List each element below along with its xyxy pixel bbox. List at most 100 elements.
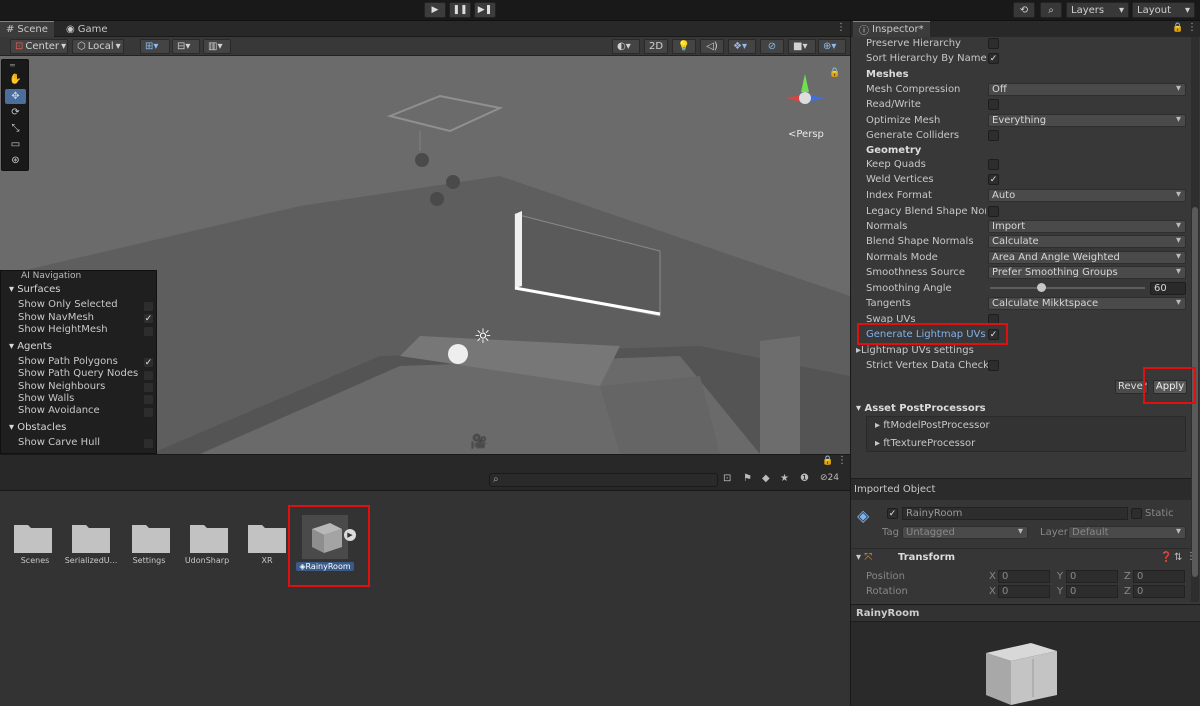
inspector-scrollbar[interactable] bbox=[1191, 37, 1199, 602]
sun-icon[interactable]: ☼ bbox=[474, 324, 492, 348]
position-x-field[interactable]: 0 bbox=[998, 570, 1050, 583]
smoothness-source-dropdown[interactable]: Prefer Smoothing Groups bbox=[988, 266, 1186, 279]
preview-header[interactable]: RainyRoom bbox=[851, 605, 1200, 622]
smoothing-angle-input[interactable]: 60 bbox=[1150, 282, 1186, 295]
settings-icon[interactable]: ⇅ bbox=[1174, 552, 1182, 563]
grid-snap-button[interactable]: ⊞▾ bbox=[140, 39, 170, 54]
active-checkbox[interactable]: ✓ bbox=[887, 508, 898, 519]
preserve-hierarchy-checkbox[interactable] bbox=[988, 38, 999, 49]
asset-item[interactable]: XR bbox=[232, 521, 302, 565]
grid-toggle-button[interactable]: ⊟▾ bbox=[172, 39, 200, 54]
section-obstacles[interactable]: ▾ Obstacles bbox=[9, 422, 66, 433]
help-icon[interactable]: ❓ bbox=[1160, 552, 1172, 563]
post-processors-header[interactable]: ▾ Asset PostProcessors bbox=[856, 403, 986, 414]
swap-uvs-checkbox[interactable] bbox=[988, 314, 999, 325]
sort-hierarchy-checkbox[interactable]: ✓ bbox=[988, 53, 999, 64]
asset-item-selected[interactable]: ▶ ◈RainyRoom bbox=[296, 515, 356, 571]
rect-tool-icon[interactable]: ▭ bbox=[5, 137, 26, 152]
info-icon[interactable]: ❶ bbox=[800, 473, 809, 484]
history-icon[interactable]: ⟲ bbox=[1013, 2, 1035, 18]
normals-dropdown[interactable]: Import bbox=[988, 220, 1186, 233]
orientation-gizmo[interactable] bbox=[780, 70, 830, 120]
smoothing-angle-slider[interactable] bbox=[990, 283, 1145, 292]
gizmos-icon[interactable]: ⊕▾ bbox=[818, 39, 846, 54]
probe-icon[interactable] bbox=[448, 344, 468, 364]
checkbox[interactable] bbox=[143, 407, 154, 418]
revert-button[interactable]: Revert bbox=[1115, 380, 1148, 394]
search-icon[interactable]: ⌕ bbox=[1040, 2, 1062, 18]
blend-normals-dropdown[interactable]: Calculate bbox=[988, 235, 1186, 248]
hidden-packages-toggle[interactable]: ⊘24 bbox=[820, 473, 839, 483]
perspective-label[interactable]: <Persp bbox=[788, 129, 824, 140]
more-icon[interactable]: ⋮ bbox=[1186, 551, 1196, 562]
checkbox[interactable] bbox=[143, 301, 154, 312]
more-icon[interactable]: ⋮ bbox=[837, 455, 847, 466]
space-dropdown[interactable]: ⬡ Local ▾ bbox=[72, 39, 124, 54]
checkbox[interactable] bbox=[143, 326, 154, 337]
object-name-field[interactable]: RainyRoom bbox=[902, 507, 1128, 520]
lock-icon[interactable]: 🔒 bbox=[822, 456, 833, 466]
layer-dropdown[interactable]: Default bbox=[1068, 526, 1186, 539]
generate-colliders-checkbox[interactable] bbox=[988, 130, 999, 141]
tab-game[interactable]: ◉ Game bbox=[60, 21, 114, 37]
2d-toggle[interactable]: 2D bbox=[644, 39, 668, 54]
strict-vertex-checkbox[interactable] bbox=[988, 360, 999, 371]
camera-gizmo-icon[interactable]: 🎥 bbox=[470, 434, 487, 450]
lock-icon[interactable]: 🔒 bbox=[829, 68, 840, 78]
checkbox[interactable]: ✓ bbox=[143, 357, 154, 368]
star-icon[interactable]: ★ bbox=[780, 473, 789, 484]
normals-mode-dropdown[interactable]: Area And Angle Weighted bbox=[988, 251, 1186, 264]
snap-increment-button[interactable]: ▥▾ bbox=[203, 39, 231, 54]
rotation-y-field[interactable]: 0 bbox=[1066, 585, 1118, 598]
filter-type-icon[interactable]: ⊡ bbox=[723, 473, 731, 484]
visibility-icon[interactable]: ⊘ bbox=[760, 39, 784, 54]
rotation-x-field[interactable]: 0 bbox=[998, 585, 1050, 598]
section-surfaces[interactable]: ▾ Surfaces bbox=[9, 284, 61, 295]
optimize-mesh-dropdown[interactable]: Everything bbox=[988, 114, 1186, 127]
pause-button[interactable]: ❚❚ bbox=[449, 2, 471, 18]
tab-scene[interactable]: # Scene bbox=[0, 21, 54, 37]
expand-play-icon[interactable]: ▶ bbox=[344, 529, 356, 541]
list-item[interactable]: ▸ ftTextureProcessor bbox=[875, 438, 975, 449]
keep-quads-checkbox[interactable] bbox=[988, 159, 999, 170]
position-y-field[interactable]: 0 bbox=[1066, 570, 1118, 583]
rotate-tool-icon[interactable]: ⟳ bbox=[5, 105, 26, 120]
lock-icon[interactable]: 🔒 bbox=[1172, 23, 1183, 33]
transform-tool-icon[interactable]: ⊛ bbox=[5, 153, 26, 168]
read-write-checkbox[interactable] bbox=[988, 99, 999, 110]
checkbox[interactable] bbox=[143, 394, 154, 405]
tag-dropdown[interactable]: Untagged bbox=[902, 526, 1028, 539]
pivot-dropdown[interactable]: ⊡ Center ▾ bbox=[10, 39, 68, 54]
draw-mode-button[interactable]: ◐▾ bbox=[612, 39, 640, 54]
layers-dropdown[interactable]: Layers ▾ bbox=[1066, 2, 1129, 18]
effects-icon[interactable]: ❖▾ bbox=[728, 39, 756, 54]
tag-icon[interactable]: ◆ bbox=[762, 473, 770, 484]
camera-icon[interactable]: ■▾ bbox=[788, 39, 816, 54]
scrollbar-thumb[interactable] bbox=[1192, 207, 1198, 577]
filter-label-icon[interactable]: ⚑ bbox=[743, 473, 752, 484]
play-button[interactable]: ▶ bbox=[424, 2, 446, 18]
section-agents[interactable]: ▾ Agents bbox=[9, 341, 52, 352]
more-icon[interactable]: ⋮ bbox=[1187, 22, 1197, 33]
mesh-compression-dropdown[interactable]: Off bbox=[988, 83, 1186, 96]
position-z-field[interactable]: 0 bbox=[1133, 570, 1185, 583]
lighting-icon[interactable]: 💡 bbox=[672, 39, 696, 54]
apply-button[interactable]: Apply bbox=[1153, 380, 1187, 394]
hand-tool-icon[interactable]: ✋ bbox=[5, 72, 26, 87]
scale-tool-icon[interactable]: ⤡ bbox=[5, 121, 26, 136]
generate-lightmap-uvs-checkbox[interactable]: ✓ bbox=[988, 329, 999, 340]
checkbox[interactable]: ✓ bbox=[143, 313, 154, 324]
weld-vertices-checkbox[interactable]: ✓ bbox=[988, 174, 999, 185]
move-tool-icon[interactable]: ✥ bbox=[5, 89, 26, 104]
lightmap-settings-foldout[interactable]: ▸Lightmap UVs settings bbox=[856, 345, 974, 356]
layout-dropdown[interactable]: Layout ▾ bbox=[1132, 2, 1195, 18]
legacy-blend-checkbox[interactable] bbox=[988, 206, 999, 217]
transform-foldout[interactable]: ▾ ⤧ bbox=[856, 552, 872, 563]
tab-inspector[interactable]: ⓘ Inspector* bbox=[853, 21, 930, 37]
checkbox[interactable] bbox=[143, 438, 154, 449]
grip-icon[interactable]: ═ bbox=[10, 61, 15, 70]
checkbox[interactable] bbox=[143, 370, 154, 381]
search-input[interactable]: ⌕ bbox=[489, 473, 718, 487]
index-format-dropdown[interactable]: Auto bbox=[988, 189, 1186, 202]
rotation-z-field[interactable]: 0 bbox=[1133, 585, 1185, 598]
